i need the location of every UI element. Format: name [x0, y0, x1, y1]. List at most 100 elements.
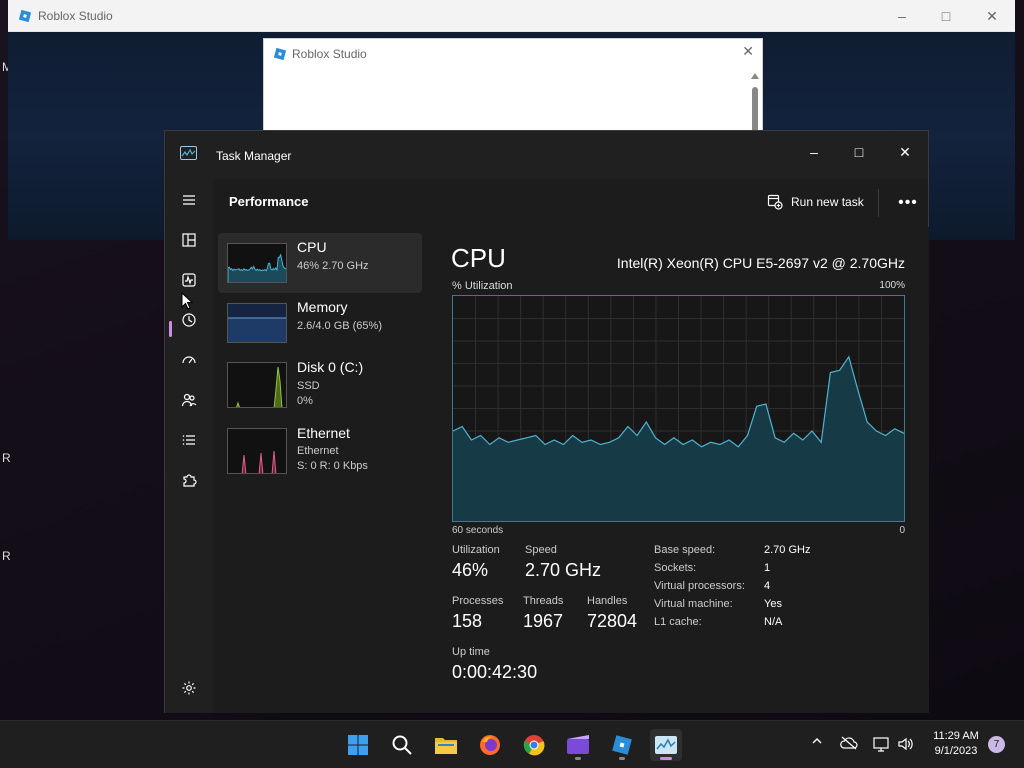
clipchamp-button[interactable]: [562, 729, 594, 761]
scroll-thumb[interactable]: [752, 87, 758, 133]
roblox-studio-icon: [612, 735, 632, 755]
volume-button[interactable]: [897, 736, 913, 755]
stat-label: Utilization: [452, 544, 500, 556]
nav-details[interactable]: [174, 425, 204, 455]
stat-label: Speed: [525, 544, 557, 556]
desktop-text: R: [2, 549, 11, 563]
chevron-up-icon: [812, 738, 822, 744]
folder-icon: [435, 738, 457, 754]
cpu-sparkline: [228, 253, 286, 282]
performance-icon: [182, 273, 196, 287]
running-indicator: [575, 757, 581, 760]
spec-value: N/A: [764, 616, 783, 628]
clock[interactable]: 11:29 AM 9/1/2023: [928, 729, 984, 759]
close-button[interactable]: ✕: [969, 4, 1015, 28]
spec-label: Base speed:: [654, 544, 716, 556]
start-button[interactable]: [342, 729, 374, 761]
disk-thumbnail: [227, 362, 287, 408]
stat-uptime: Up time 0:00:42:30: [452, 646, 537, 683]
list-icon: [182, 435, 195, 445]
taskbar: 11:29 AM 9/1/2023 7: [0, 720, 1024, 768]
resource-name: Memory: [297, 299, 348, 315]
resource-disk[interactable]: Disk 0 (C:) SSD 0%: [218, 353, 422, 413]
active-nav-indicator: [169, 321, 172, 337]
minimize-button[interactable]: –: [792, 137, 836, 167]
disk-sparkline: [236, 366, 283, 407]
scrollbar[interactable]: [751, 73, 759, 133]
resource-cpu[interactable]: CPU 46% 2.70 GHz: [218, 233, 422, 293]
nav-services[interactable]: [174, 465, 204, 495]
scroll-up-icon[interactable]: [751, 73, 759, 79]
spec-label: L1 cache:: [654, 616, 702, 628]
show-hidden-icons-button[interactable]: [811, 735, 823, 750]
search-button[interactable]: [386, 729, 418, 761]
stat-value: 46%: [452, 560, 489, 580]
active-indicator: [660, 757, 672, 760]
ethernet-sparkline: [241, 450, 277, 473]
utilization-axis-label: % Utilization: [452, 280, 513, 292]
mouse-cursor-icon: [181, 292, 193, 310]
firefox-icon: [480, 735, 500, 755]
chrome-button[interactable]: [518, 729, 550, 761]
panel-title: CPU: [451, 243, 506, 273]
firefox-button[interactable]: [474, 729, 506, 761]
graph-time-label: 60 seconds: [452, 525, 504, 536]
maximize-button[interactable]: □: [923, 4, 969, 28]
stat-label: Threads: [523, 595, 564, 607]
task-manager-taskbar-button[interactable]: [650, 729, 682, 761]
stat-processes: Processes 158: [452, 595, 503, 632]
window-title: Roblox Studio: [38, 9, 113, 23]
resource-list: CPU 46% 2.70 GHz Memory 2.6/4.0 GB (65%)…: [213, 227, 427, 713]
speaker-icon: [898, 737, 913, 751]
nav-rail: [165, 179, 213, 713]
dialog-title: Roblox Studio: [292, 47, 367, 61]
nav-performance[interactable]: [174, 265, 204, 295]
network-icon: [873, 737, 889, 752]
utilization-max-label: 100%: [879, 280, 905, 291]
minimize-button[interactable]: –: [879, 4, 925, 28]
chrome-icon: [523, 735, 545, 756]
stat-threads: Threads 1967: [523, 595, 563, 632]
resource-detail: 46% 2.70 GHz: [297, 260, 369, 272]
file-explorer-button[interactable]: [430, 729, 462, 761]
close-button[interactable]: ✕: [883, 137, 927, 167]
history-icon: [182, 313, 196, 327]
network-button[interactable]: [873, 736, 891, 755]
cpu-thumbnail: [227, 243, 287, 283]
resource-memory[interactable]: Memory 2.6/4.0 GB (65%): [218, 293, 422, 353]
window-title: Task Manager: [216, 149, 292, 163]
nav-users[interactable]: [174, 385, 204, 415]
run-new-task-button[interactable]: Run new task: [767, 187, 864, 217]
resource-name: Ethernet: [297, 425, 350, 441]
task-manager-titlebar[interactable]: Task Manager – □ ✕: [165, 131, 928, 179]
nav-settings[interactable]: [174, 673, 204, 703]
more-options-button[interactable]: •••: [893, 191, 923, 215]
roblox-titlebar[interactable]: Roblox Studio – □ ✕: [8, 0, 1015, 32]
hamburger-menu-button[interactable]: [174, 185, 204, 215]
cpu-graph-svg: [452, 296, 905, 521]
resource-detail: 0%: [297, 395, 313, 407]
page-header: Performance Run new task •••: [213, 179, 928, 227]
desktop-text: R: [2, 451, 11, 465]
cpu-sparkline-line: [228, 253, 286, 282]
nav-processes[interactable]: [174, 225, 204, 255]
spec-label: Virtual processors:: [654, 580, 745, 592]
task-manager-window[interactable]: Task Manager – □ ✕ Performance Run new t…: [164, 130, 929, 713]
nav-startup-apps[interactable]: [174, 345, 204, 375]
roblox-dialog[interactable]: Roblox Studio ✕: [263, 38, 763, 138]
notification-badge[interactable]: 7: [988, 736, 1005, 753]
video-editor-icon: [567, 735, 589, 754]
dialog-close-button[interactable]: ✕: [742, 43, 754, 60]
running-indicator: [619, 757, 625, 760]
spec-label: Virtual machine:: [654, 598, 733, 610]
onedrive-button[interactable]: [840, 736, 858, 753]
resource-ethernet[interactable]: Ethernet Ethernet S: 0 R: 0 Kbps: [218, 419, 422, 479]
stat-speed: Speed 2.70 GHz: [525, 544, 601, 581]
run-new-task-label: Run new task: [791, 195, 864, 209]
roblox-studio-button[interactable]: [606, 729, 638, 761]
header-divider: [878, 189, 879, 217]
resource-detail: 2.6/4.0 GB (65%): [297, 320, 382, 332]
maximize-button[interactable]: □: [837, 137, 881, 167]
resource-name: CPU: [297, 239, 327, 255]
cpu-detail-panel: CPU Intel(R) Xeon(R) CPU E5-2697 v2 @ 2.…: [427, 227, 929, 713]
